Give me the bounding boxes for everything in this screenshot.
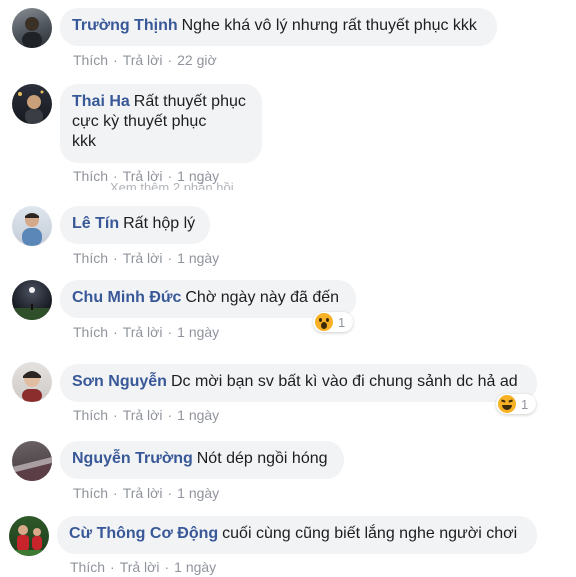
avatar[interactable] — [12, 84, 52, 124]
like-link[interactable]: Thích — [70, 559, 105, 575]
reply-link[interactable]: Trả lời — [120, 559, 160, 575]
avatar-photo — [12, 457, 52, 481]
avatar[interactable] — [12, 441, 52, 481]
view-more-replies-link[interactable]: Xem thêm 2 phản hồi — [110, 181, 234, 190]
reply-link[interactable]: Trả lời — [123, 485, 163, 501]
like-link[interactable]: Thích — [73, 324, 108, 340]
comment-text: kkk — [72, 133, 96, 150]
separator: · — [113, 485, 118, 501]
comment-timestamp[interactable]: 1 ngày — [174, 559, 216, 575]
comment-bubble: Chu Minh Đức Chờ ngày này đã đến — [60, 280, 356, 318]
comment-timestamp[interactable]: 22 giờ — [177, 52, 217, 68]
haha-reaction-icon — [498, 395, 516, 413]
comment-timestamp[interactable]: 1 ngày — [177, 407, 219, 423]
avatar-photo — [9, 525, 49, 556]
comment-text: cực kỳ thuyết phục — [72, 113, 207, 130]
comment-text: Rất thuyết phục — [133, 93, 246, 110]
reaction-count-value: 1 — [521, 396, 529, 412]
comment-text: Nót dép ngồi hóng — [196, 450, 328, 467]
comment-text: Dc mời bạn sv bất kì vào đi chung sảnh d… — [170, 373, 518, 390]
avatar[interactable] — [12, 206, 52, 246]
comment-actions: Thích · Trả lời · 22 giờ — [73, 51, 217, 69]
comment-actions: Thích · Trả lời · 1 ngày — [73, 484, 219, 502]
avatar[interactable] — [12, 8, 52, 48]
avatar[interactable] — [12, 280, 52, 320]
comment-text: Chờ ngày này đã đến — [185, 289, 340, 306]
wow-reaction-icon — [315, 313, 333, 331]
comment-author[interactable]: Trường Thịnh — [72, 17, 178, 34]
like-link[interactable]: Thích — [73, 250, 108, 266]
like-link[interactable]: Thích — [73, 168, 108, 184]
comment-text: cuối cùng cũng biết lắng nghe người chơi — [222, 525, 518, 542]
reaction-count[interactable]: 1 — [496, 394, 536, 414]
reaction-count[interactable]: 1 — [313, 312, 353, 332]
like-link[interactable]: Thích — [73, 407, 108, 423]
separator: · — [113, 52, 118, 68]
comment-author[interactable]: Thai Ha — [72, 93, 130, 110]
reply-link[interactable]: Trả lời — [123, 250, 163, 266]
reply-link[interactable]: Trả lời — [123, 407, 163, 423]
comment-author[interactable]: Chu Minh Đức — [72, 289, 181, 306]
comment-timestamp[interactable]: 1 ngày — [177, 250, 219, 266]
comment-bubble: Nguyễn Trường Nót dép ngồi hóng — [60, 441, 344, 479]
avatar-photo — [22, 371, 42, 402]
separator: · — [164, 559, 170, 575]
comment-actions: Thích · Trả lời · 1 ngày — [73, 249, 219, 267]
separator: · — [167, 250, 173, 266]
separator: · — [110, 559, 115, 575]
avatar-photo — [12, 287, 52, 320]
comment-author[interactable]: Sơn Nguyễn — [72, 373, 167, 390]
separator: · — [113, 324, 118, 340]
separator: · — [167, 485, 173, 501]
comment-author[interactable]: Lê Tín — [72, 215, 119, 232]
comment-bubble: Lê Tín Rất hộp lý — [60, 206, 210, 244]
comment-bubble: Sơn Nguyễn Dc mời bạn sv bất kì vào đi ch… — [60, 364, 537, 402]
separator: · — [167, 407, 173, 423]
avatar-photo — [22, 17, 42, 48]
comment-timestamp[interactable]: 1 ngày — [177, 485, 219, 501]
avatar-photo — [18, 90, 44, 124]
avatar[interactable] — [9, 516, 49, 556]
separator: · — [113, 250, 118, 266]
reply-link[interactable]: Trả lời — [123, 52, 163, 68]
like-link[interactable]: Thích — [73, 485, 108, 501]
comment-actions: Thích · Trả lời · 1 ngày — [73, 323, 219, 341]
comment-text: Nghe khá vô lý nhưng rất thuyết phục kkk — [181, 17, 477, 34]
avatar-photo — [22, 213, 42, 246]
comment-bubble: Thai Ha Rất thuyết phục cực kỳ thuyết phụ… — [60, 84, 262, 163]
comment-author[interactable]: Nguyễn Trường — [72, 450, 193, 467]
comment-text: Rất hộp lý — [123, 215, 196, 232]
reply-link[interactable]: Trả lời — [123, 324, 163, 340]
reaction-count-value: 1 — [338, 314, 346, 330]
comment-bubble: Trường Thịnh Nghe khá vô lý nhưng rất thu… — [60, 8, 497, 46]
comment-actions: Thích · Trả lời · 1 ngày — [70, 558, 216, 576]
comment-timestamp[interactable]: 1 ngày — [177, 324, 219, 340]
comment-bubble: Cừ Thông Cơ Động cuối cùng cũng biết lắng… — [57, 516, 537, 554]
like-link[interactable]: Thích — [73, 52, 108, 68]
avatar[interactable] — [12, 362, 52, 402]
separator: · — [113, 407, 118, 423]
separator: · — [167, 52, 173, 68]
comment-actions: Thích · Trả lời · 1 ngày — [73, 406, 219, 424]
separator: · — [167, 324, 173, 340]
comment-author[interactable]: Cừ Thông Cơ Động — [69, 525, 218, 542]
